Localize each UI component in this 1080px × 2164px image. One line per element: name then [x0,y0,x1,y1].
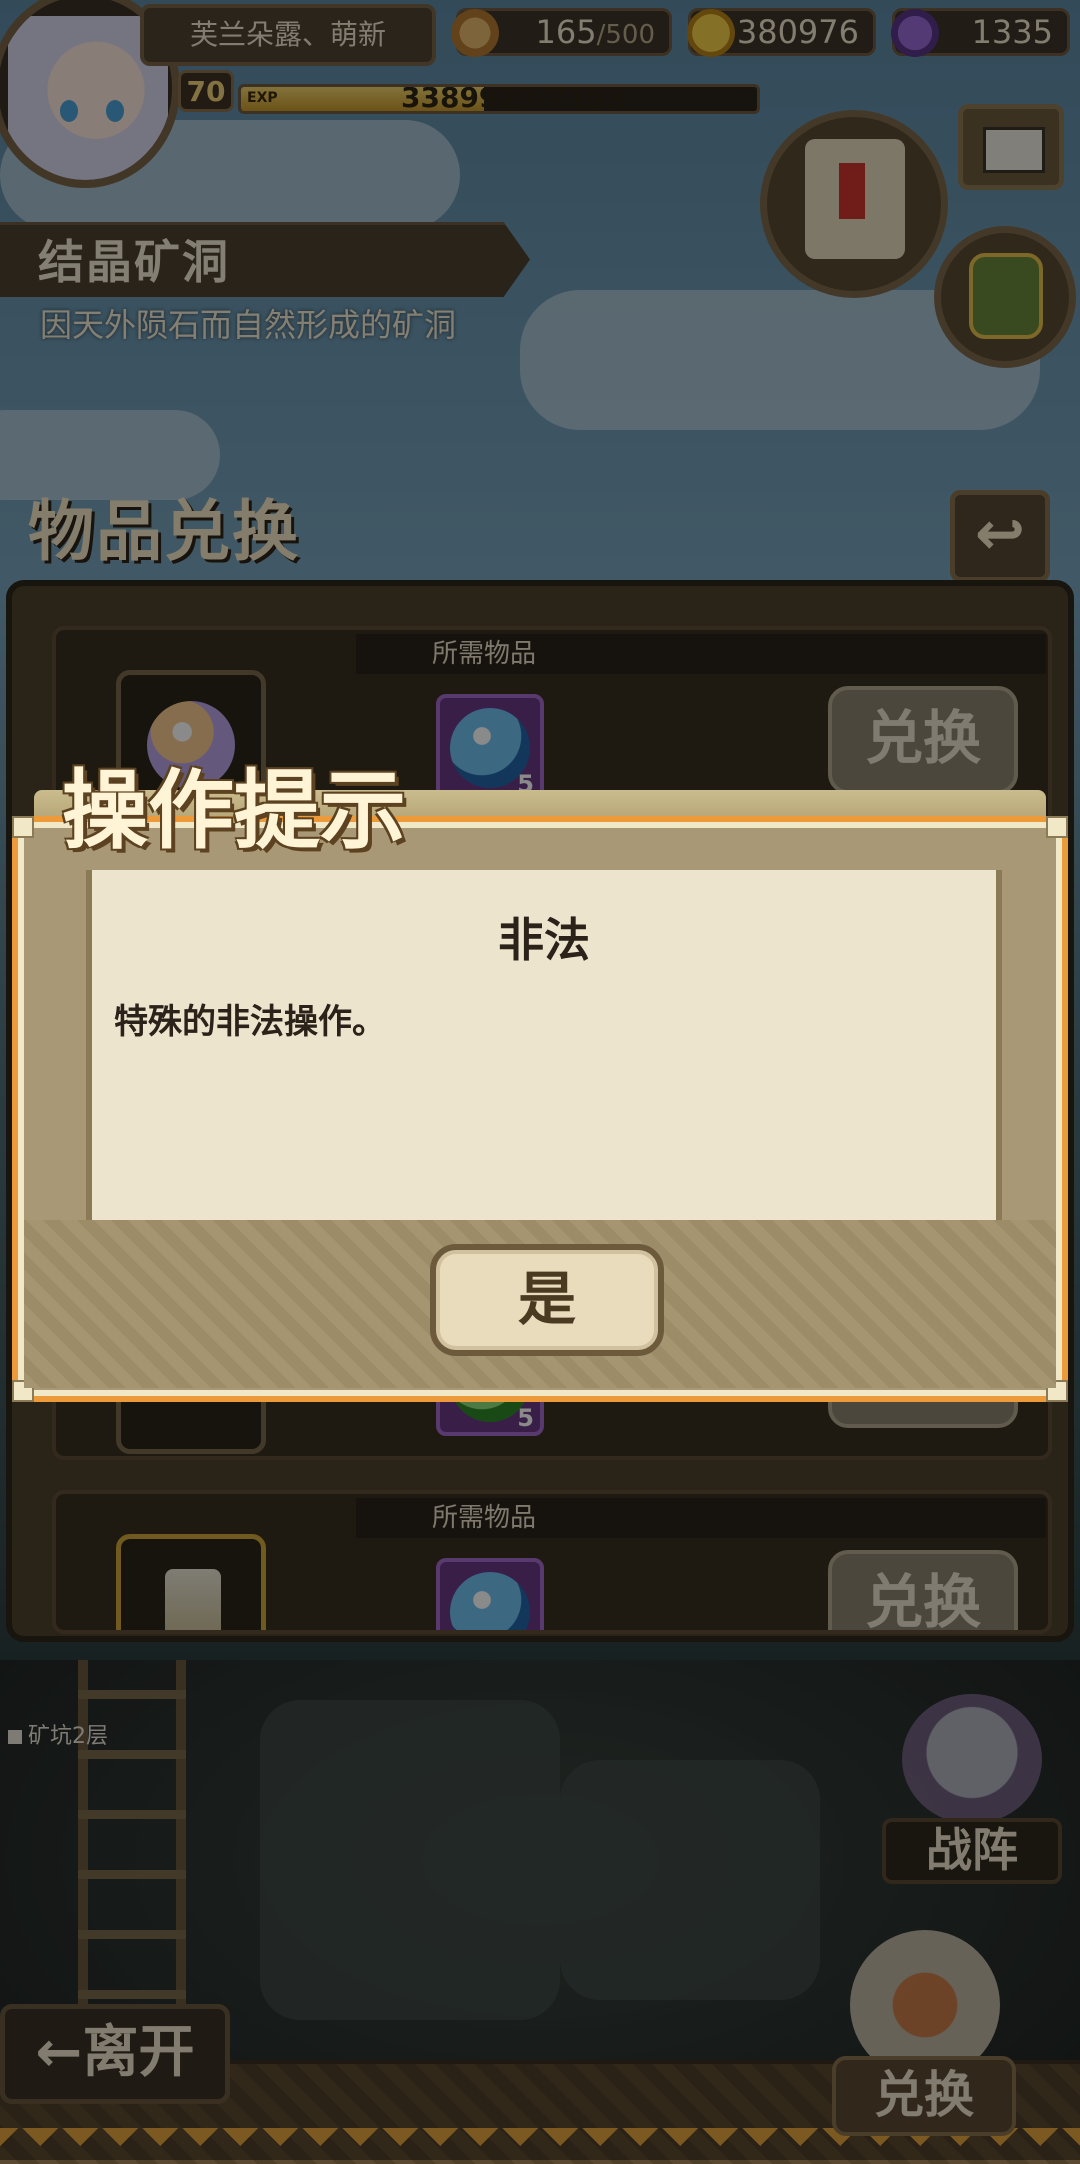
dialog-paper: 非法 特殊的非法操作。 [86,870,1002,1220]
alert-dialog: 非法 特殊的非法操作。 是 [12,816,1068,1402]
dialog-heading: 非法 [498,913,590,967]
modal-title: 操作提示 [62,761,406,861]
confirm-button[interactable]: 是 [430,1244,664,1356]
dialog-message: 特殊的非法操作。 [114,1002,386,1042]
